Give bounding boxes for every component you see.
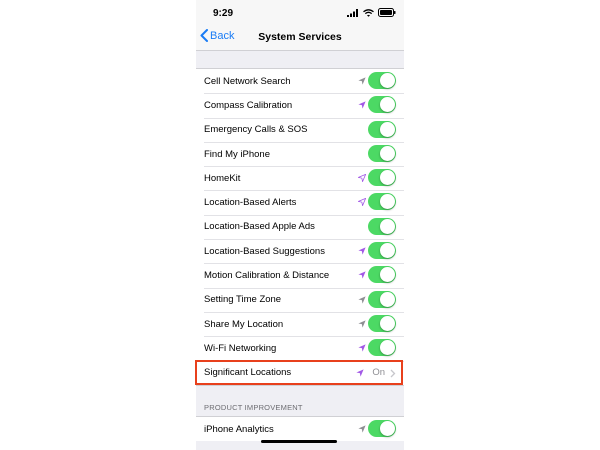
service-label: Location-Based Suggestions [204, 245, 325, 257]
service-label: Find My iPhone [204, 148, 271, 160]
toggle-switch[interactable] [368, 420, 396, 437]
location-arrow-icon [356, 368, 364, 377]
cellular-signal-icon [347, 8, 358, 17]
toggle-switch[interactable] [368, 72, 396, 89]
wifi-icon [363, 8, 374, 17]
system-services-list: Cell Network Search Compass Calibration Em… [196, 68, 404, 386]
toggle-switch[interactable] [368, 193, 396, 211]
service-row[interactable]: Compass Calibration [196, 93, 404, 117]
service-row[interactable]: HomeKit [196, 166, 404, 190]
section-header-product-improvement: PRODUCT IMPROVEMENT [204, 403, 303, 412]
service-row[interactable]: Share My Location [196, 311, 404, 336]
service-row[interactable]: Location-Based Suggestions [196, 239, 404, 263]
location-arrow-icon [358, 101, 366, 109]
significant-locations-row[interactable]: Significant Locations On [196, 360, 404, 385]
location-arrow-icon [358, 198, 366, 207]
toggle-knob [380, 267, 395, 283]
page-title: System Services [258, 31, 342, 43]
toggle-knob [380, 315, 395, 331]
location-arrow-icon [358, 174, 366, 183]
service-label: Location-Based Apple Ads [204, 221, 315, 233]
location-arrow-icon [358, 77, 366, 85]
location-arrow-icon [358, 247, 366, 255]
toggle-knob [380, 170, 395, 186]
toggle-knob [380, 73, 395, 88]
phone-screen: 9:29 Back System Services Cell Network S… [196, 0, 404, 450]
toggle-switch[interactable] [368, 290, 396, 308]
service-row[interactable]: Wi-Fi Networking [196, 336, 404, 360]
status-time: 9:29 [213, 8, 234, 19]
location-arrow-icon [358, 320, 366, 328]
significant-locations-label: Significant Locations [204, 367, 292, 379]
toggle-knob [380, 145, 395, 161]
location-arrow-icon [358, 271, 366, 279]
significant-locations-value: On [372, 367, 385, 379]
toggle-switch[interactable] [368, 169, 396, 187]
location-arrow-icon [358, 296, 366, 304]
service-row[interactable]: iPhone Analytics [196, 417, 404, 441]
service-row[interactable]: Cell Network Search [196, 69, 404, 93]
toggle-switch[interactable] [368, 266, 396, 284]
service-row[interactable]: Setting Time Zone [196, 287, 404, 312]
toggle-switch[interactable] [368, 314, 396, 332]
toggle-knob [380, 97, 395, 113]
home-indicator[interactable] [261, 440, 337, 443]
toggle-switch[interactable] [368, 242, 396, 260]
service-label: Emergency Calls & SOS [204, 124, 308, 136]
toggle-switch[interactable] [368, 96, 396, 114]
toggle-switch[interactable] [368, 120, 396, 138]
service-label: Setting Time Zone [204, 294, 282, 306]
toggle-knob [380, 218, 395, 234]
location-arrow-icon [358, 344, 366, 352]
service-label: Motion Calibration & Distance [204, 270, 330, 282]
service-label: Wi-Fi Networking [204, 342, 277, 354]
product-improvement-list: iPhone Analytics [196, 416, 404, 442]
status-bar: 9:29 [196, 0, 404, 26]
service-label: HomeKit [204, 172, 241, 184]
service-label: Share My Location [204, 318, 284, 330]
service-label: Location-Based Alerts [204, 197, 297, 209]
service-row[interactable]: Find My iPhone [196, 141, 404, 166]
toggle-knob [380, 291, 395, 307]
service-label: Compass Calibration [204, 99, 293, 111]
toggle-switch[interactable] [368, 144, 396, 162]
service-row[interactable]: Location-Based Alerts [196, 190, 404, 214]
status-icons [347, 8, 396, 17]
service-row[interactable]: Emergency Calls & SOS [196, 117, 404, 142]
toggle-knob [380, 421, 395, 436]
toggle-knob [380, 243, 395, 259]
service-row[interactable]: Location-Based Apple Ads [196, 214, 404, 239]
toggle-knob [380, 121, 395, 137]
service-label: iPhone Analytics [204, 423, 274, 435]
location-arrow-icon [358, 425, 366, 433]
service-row[interactable]: Motion Calibration & Distance [196, 263, 404, 287]
battery-icon [378, 8, 396, 17]
toggle-knob [380, 340, 395, 356]
toggle-switch[interactable] [368, 339, 396, 357]
toggle-knob [380, 194, 395, 210]
service-label: Cell Network Search [204, 75, 291, 87]
chevron-right-icon [390, 369, 396, 378]
navigation-bar: Back System Services [196, 26, 404, 51]
toggle-switch[interactable] [368, 217, 396, 235]
